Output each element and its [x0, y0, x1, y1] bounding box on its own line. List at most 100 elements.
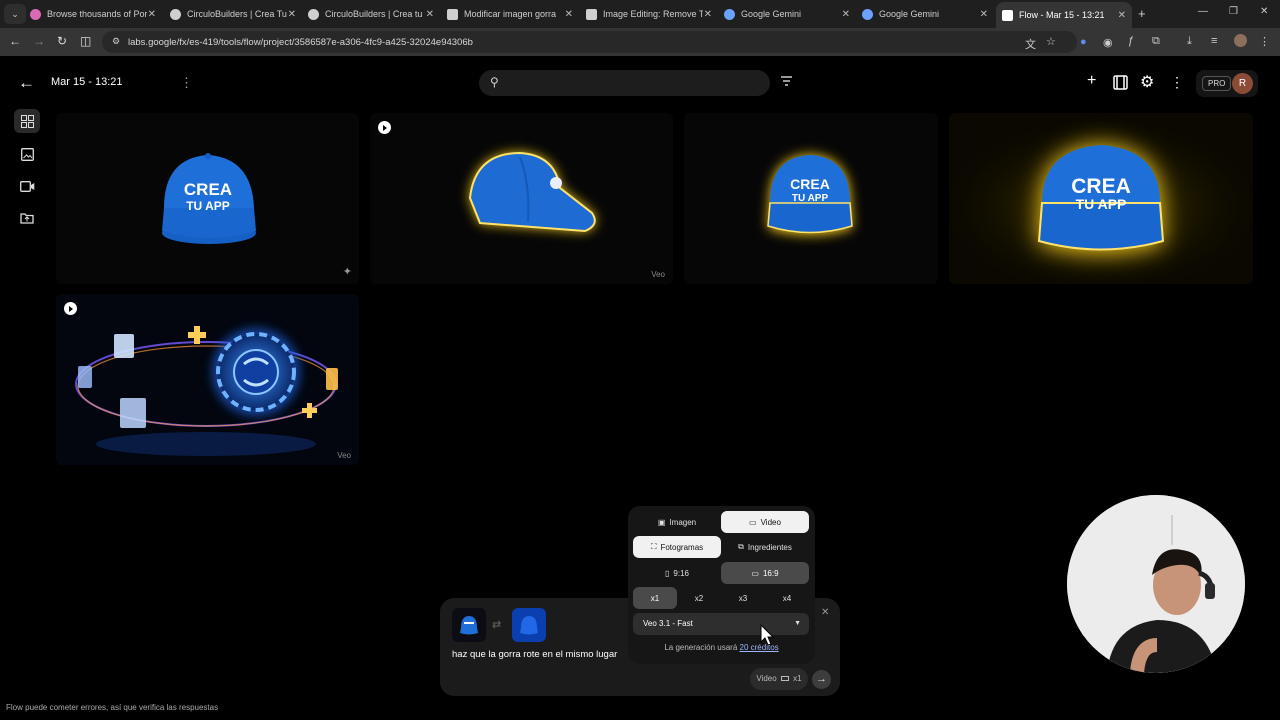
extension-icon[interactable]: ● — [1080, 36, 1087, 48]
gemini-favicon-icon — [862, 8, 873, 20]
images-icon[interactable] — [14, 142, 40, 166]
cap-text-line2: TU APP — [792, 193, 829, 204]
tab-video[interactable]: ▭ Video — [721, 511, 809, 533]
add-icon[interactable]: + — [1087, 72, 1096, 90]
project-menu-icon[interactable]: ⋮ — [180, 75, 193, 91]
close-icon[interactable]: ✕ — [842, 9, 850, 20]
aspect-landscape-option[interactable]: ▭ 16:9 — [721, 562, 809, 584]
cap-text-line2: TU APP — [186, 199, 230, 213]
cap-text-line2: TU APP — [1076, 196, 1127, 212]
minimize-icon[interactable]: — — [1198, 6, 1208, 17]
play-icon[interactable] — [378, 121, 391, 134]
tab-favicon-icon — [170, 8, 181, 20]
veo-label: Veo — [651, 270, 665, 279]
side-panel-icon[interactable]: ◫ — [80, 34, 91, 48]
option-label: 9:16 — [673, 568, 689, 578]
settings-gear-icon[interactable]: ⚙ — [1140, 72, 1154, 92]
tab-label: Fotogramas — [660, 542, 704, 552]
tab-label: Video — [760, 517, 781, 527]
search-input[interactable]: ⚲ — [479, 70, 770, 96]
browser-tab-active[interactable]: Flow - Mar 15 - 13:21 ✕ — [996, 2, 1132, 28]
project-title[interactable]: Mar 15 - 13:21 — [51, 76, 123, 88]
count-option[interactable]: x4 — [765, 587, 809, 609]
cap-text-line1: CREA — [184, 180, 232, 199]
play-icon[interactable] — [64, 302, 77, 315]
count-option[interactable]: x1 — [633, 587, 677, 609]
tab-search-dropdown[interactable]: ⌄ — [4, 4, 26, 24]
window-close-icon[interactable]: ✕ — [1260, 6, 1268, 17]
back-arrow-icon[interactable]: ← — [18, 73, 35, 93]
tab-imagen[interactable]: ▣ Imagen — [633, 511, 721, 533]
videos-icon[interactable] — [14, 174, 40, 198]
model-select[interactable]: Veo 3.1 - Fast ▼ — [633, 613, 809, 635]
scenebuilder-icon[interactable] — [1113, 75, 1128, 95]
end-frame-thumbnail[interactable] — [512, 608, 546, 642]
forward-icon[interactable]: → — [33, 34, 45, 48]
grid-view-icon[interactable] — [14, 109, 40, 133]
credits-info: La generación usará 20 créditos — [628, 643, 815, 652]
option-label: 16:9 — [762, 568, 779, 578]
camera-extension-icon[interactable]: ◉ — [1103, 36, 1113, 49]
tab-fotogramas[interactable]: ⛶ Fotogramas — [633, 536, 721, 558]
prompt-text[interactable]: haz que la gorra rote en el mismo lugar — [452, 649, 617, 660]
send-button[interactable]: → — [812, 670, 831, 689]
browser-tab[interactable]: Google Gemini ✕ — [862, 3, 990, 25]
media-card-video[interactable]: Veo — [370, 113, 673, 284]
new-tab-icon[interactable]: + — [1138, 6, 1146, 21]
browser-tab[interactable]: Browse thousands of Por ✕ — [30, 3, 158, 25]
aspect-portrait-option[interactable]: ▯ 9:16 — [633, 562, 721, 584]
media-card-image[interactable]: CREA TU APP ✦ — [56, 113, 359, 284]
tab-label: Ingredientes — [747, 542, 792, 552]
close-icon[interactable]: ✕ — [288, 9, 296, 20]
landscape-icon: ▭ — [751, 568, 759, 578]
tab-favicon-icon — [447, 8, 458, 20]
browser-tab[interactable]: Modificar imagen gorra ✕ — [447, 3, 575, 25]
url-field[interactable]: ⚙ labs.google/fx/es-419/tools/flow/proje… — [102, 31, 1077, 53]
close-icon[interactable]: ✕ — [148, 9, 156, 20]
reload-icon[interactable]: ↻ — [57, 34, 67, 48]
profile-avatar-icon[interactable] — [1234, 34, 1247, 47]
maximize-icon[interactable]: ❐ — [1229, 6, 1238, 17]
media-card-image[interactable]: CREA TU APP — [949, 113, 1253, 284]
cap-text-line1: CREA — [1071, 175, 1131, 198]
back-icon[interactable]: ← — [9, 34, 21, 48]
reading-list-icon[interactable]: ≡ — [1211, 35, 1217, 47]
close-icon[interactable]: ✕ — [565, 9, 573, 20]
swap-frames-icon[interactable]: ⇄ — [492, 618, 501, 631]
cap-image-glow: CREA TU APP — [767, 155, 853, 235]
browser-tab[interactable]: Image Editing: Remove Tr ✕ — [586, 3, 714, 25]
media-card-video[interactable]: Veo — [56, 294, 359, 465]
browser-tab[interactable]: CirculoBuilders | Crea tu ✕ — [308, 3, 436, 25]
close-icon[interactable]: ✕ — [821, 607, 829, 618]
puzzle-extensions-icon[interactable]: ⧉ — [1152, 35, 1160, 48]
translate-icon[interactable]: 文 — [1025, 36, 1036, 52]
count-option[interactable]: x2 — [677, 587, 721, 609]
tab-title: Google Gemini — [741, 9, 802, 19]
chip-count: x1 — [793, 674, 802, 683]
close-icon[interactable]: ✕ — [426, 9, 434, 20]
webcam-overlay — [1067, 495, 1245, 673]
bookmark-star-icon[interactable]: ☆ — [1046, 35, 1056, 48]
tab-ingredientes[interactable]: ⧉ Ingredientes — [721, 536, 809, 558]
function-extension-icon[interactable]: ƒ — [1128, 35, 1134, 47]
close-icon[interactable]: ✕ — [980, 9, 988, 20]
chevron-down-icon: ▼ — [794, 620, 801, 627]
browser-menu-icon[interactable]: ⋮ — [1259, 35, 1270, 48]
cap-text-line1: CREA — [790, 176, 830, 192]
frames-icon: ⛶ — [650, 542, 657, 551]
count-option[interactable]: x3 — [721, 587, 765, 609]
download-icon[interactable]: ⤓ — [1187, 35, 1192, 48]
media-card-image[interactable]: CREA TU APP — [684, 113, 938, 284]
output-settings-chip[interactable]: Video x1 — [750, 668, 808, 690]
site-info-icon[interactable]: ⚙ — [112, 36, 120, 47]
browser-tab[interactable]: CirculoBuilders | Crea Tu ✕ — [170, 3, 298, 25]
close-icon[interactable]: ✕ — [1118, 10, 1126, 21]
close-icon[interactable]: ✕ — [704, 9, 712, 20]
chip-label: Video — [756, 674, 777, 683]
browser-tab[interactable]: Google Gemini ✕ — [724, 3, 852, 25]
filter-icon[interactable] — [780, 75, 793, 89]
avatar[interactable]: R — [1232, 73, 1253, 94]
start-frame-thumbnail[interactable] — [452, 608, 486, 642]
more-menu-icon[interactable]: ⋮ — [1170, 74, 1184, 91]
folder-upload-icon[interactable] — [14, 206, 40, 230]
